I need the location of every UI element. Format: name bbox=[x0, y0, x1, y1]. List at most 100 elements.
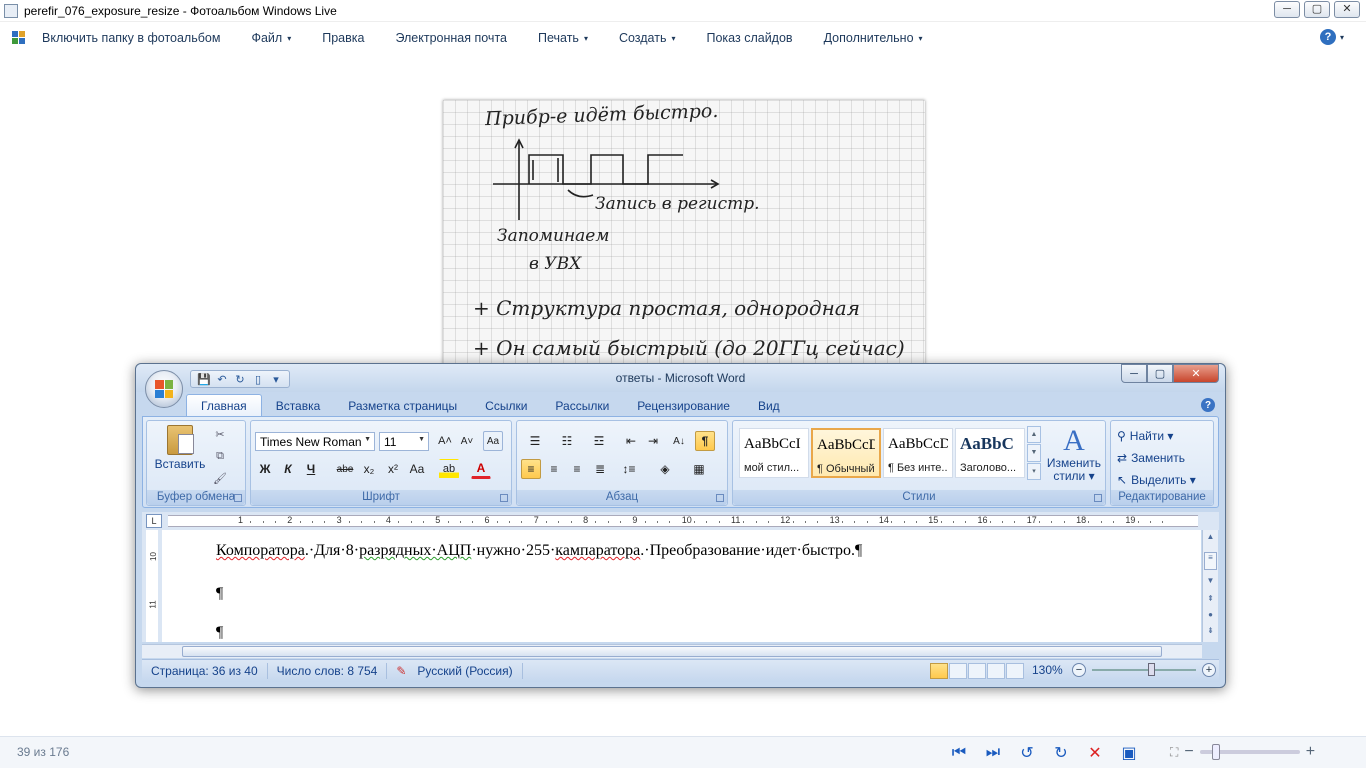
next-photo-button[interactable]: ⏭ bbox=[982, 743, 1004, 763]
select-button[interactable]: ↖ Выделить ▾ bbox=[1117, 473, 1196, 487]
horizontal-ruler[interactable]: L 1 2 3 4 5 6 7 8 9 10 11 12 13 14 15 16 17 18 19 bbox=[142, 512, 1219, 530]
scroll-down-icon[interactable]: ▼ bbox=[1204, 576, 1217, 585]
qat-more-icon[interactable]: ▾ bbox=[269, 372, 283, 386]
replace-button[interactable]: ⇄ Заменить bbox=[1117, 451, 1185, 465]
underline-button[interactable]: Ч bbox=[301, 459, 321, 479]
gallery-close-button[interactable]: ✕ bbox=[1334, 1, 1360, 18]
menu-create[interactable]: Создать ▾ bbox=[619, 31, 676, 45]
decrease-indent-icon[interactable]: ⇤ bbox=[621, 431, 641, 451]
style-tile-heading[interactable]: AaBbC Заголово... bbox=[955, 428, 1025, 478]
menu-extra[interactable]: Дополнительно ▾ bbox=[824, 31, 923, 45]
subscript-button[interactable]: x₂ bbox=[359, 459, 379, 479]
change-case-button[interactable]: Aa bbox=[407, 459, 427, 479]
align-center-icon[interactable]: ≡ bbox=[544, 459, 564, 479]
paragraph-launcher-icon[interactable] bbox=[716, 494, 724, 502]
multilevel-list-icon[interactable]: ☲ bbox=[585, 431, 613, 451]
browse-object-icon[interactable]: ● bbox=[1204, 610, 1217, 619]
find-button[interactable]: ⚲ Найти ▾ bbox=[1117, 429, 1173, 443]
save-icon[interactable]: 💾 bbox=[197, 372, 211, 386]
document-page[interactable]: Компоратора.·Для·8·разрядных·АЦП·нужно·2… bbox=[162, 530, 1201, 642]
hscroll-thumb[interactable] bbox=[182, 646, 1162, 657]
style-tile-normal[interactable]: AaBbCcDc ¶ Обычный bbox=[811, 428, 881, 478]
clear-formatting-button[interactable]: Aa bbox=[483, 431, 503, 451]
change-styles-button[interactable]: A Изменить стили ▾ bbox=[1043, 425, 1105, 483]
font-size-combo[interactable]: 11 ▼ bbox=[379, 432, 429, 451]
tab-home[interactable]: Главная bbox=[186, 394, 262, 416]
scroll-thumb[interactable]: ≡ bbox=[1204, 552, 1217, 570]
slideshow-button[interactable]: ▣ bbox=[1118, 743, 1140, 763]
cut-icon[interactable]: ✂ bbox=[213, 427, 227, 441]
web-layout-view-icon[interactable] bbox=[968, 663, 986, 679]
copy-icon[interactable]: ⧉ bbox=[213, 449, 227, 463]
document-paragraph-2[interactable]: ¶ bbox=[216, 585, 223, 603]
vertical-scrollbar[interactable]: ▲ ≡ ▼ ⇞ ● ⇟ bbox=[1202, 530, 1218, 642]
tab-view[interactable]: Вид bbox=[744, 395, 794, 416]
zoom-in-button[interactable]: + bbox=[1306, 743, 1315, 761]
horizontal-scrollbar[interactable] bbox=[142, 644, 1202, 658]
draft-view-icon[interactable] bbox=[1006, 663, 1024, 679]
tab-review[interactable]: Рецензирование bbox=[623, 395, 744, 416]
gallery-zoom-thumb[interactable] bbox=[1211, 744, 1220, 760]
bullets-icon[interactable]: ☰ bbox=[521, 431, 549, 451]
numbering-icon[interactable]: ☷ bbox=[553, 431, 581, 451]
zoom-out-button[interactable]: − bbox=[1184, 743, 1193, 761]
word-zoom-out-button[interactable]: − bbox=[1072, 663, 1086, 677]
style-tile-custom[interactable]: AaBbCcI мой стил... bbox=[739, 428, 809, 478]
document-paragraph-3[interactable]: ¶ bbox=[216, 624, 223, 642]
line-spacing-icon[interactable]: ↕≡ bbox=[615, 459, 643, 479]
chevron-up-icon[interactable]: ▲ bbox=[1027, 426, 1041, 444]
tab-insert[interactable]: Вставка bbox=[262, 395, 335, 416]
menu-print[interactable]: Печать ▾ bbox=[538, 31, 588, 45]
bold-button[interactable]: Ж bbox=[255, 459, 275, 479]
undo-icon[interactable]: ↶ bbox=[215, 372, 229, 386]
styles-gallery-scroll[interactable]: ▲ ▼ ▾ bbox=[1027, 426, 1041, 480]
rotate-right-button[interactable]: ↻ bbox=[1050, 743, 1072, 763]
gallery-help-button[interactable]: ? ▾ bbox=[1319, 29, 1344, 45]
scroll-up-icon[interactable]: ▲ bbox=[1204, 532, 1217, 541]
clipboard-launcher-icon[interactable] bbox=[234, 494, 242, 502]
font-color-button[interactable]: A bbox=[471, 459, 491, 479]
fit-to-window-icon[interactable]: ⛶ bbox=[1170, 745, 1178, 760]
increase-indent-icon[interactable]: ⇥ bbox=[643, 431, 663, 451]
style-tile-no-spacing[interactable]: AaBbCcDc ¶ Без инте... bbox=[883, 428, 953, 478]
document-paragraph-1[interactable]: Компоратора.·Для·8·разрядных·АЦП·нужно·2… bbox=[216, 542, 862, 560]
font-launcher-icon[interactable] bbox=[500, 494, 508, 502]
rotate-left-button[interactable]: ↺ bbox=[1016, 743, 1038, 763]
more-styles-icon[interactable]: ▾ bbox=[1027, 462, 1041, 480]
word-zoom-thumb[interactable] bbox=[1148, 663, 1155, 676]
sort-button[interactable]: A↓ bbox=[669, 431, 689, 451]
status-language[interactable]: Русский (Россия) bbox=[408, 663, 523, 679]
paste-button[interactable]: Вставить bbox=[153, 425, 207, 471]
chevron-down-icon[interactable]: ▼ bbox=[1027, 444, 1041, 462]
borders-icon[interactable]: ▦ bbox=[685, 459, 713, 479]
previous-page-icon[interactable]: ⇞ bbox=[1204, 594, 1217, 603]
align-left-icon[interactable]: ≡ bbox=[521, 459, 541, 479]
strikethrough-button[interactable]: abe bbox=[335, 459, 355, 479]
tab-references[interactable]: Ссылки bbox=[471, 395, 541, 416]
italic-button[interactable]: К bbox=[278, 459, 298, 479]
menu-edit[interactable]: Правка bbox=[322, 31, 364, 45]
status-page[interactable]: Страница: 36 из 40 bbox=[142, 663, 268, 679]
word-maximize-button[interactable]: ▢ bbox=[1147, 364, 1173, 383]
format-painter-icon[interactable]: 🖌 bbox=[213, 471, 227, 485]
gallery-maximize-button[interactable]: ▢ bbox=[1304, 1, 1330, 18]
tab-page-layout[interactable]: Разметка страницы bbox=[334, 395, 471, 416]
show-formatting-button[interactable]: ¶ bbox=[695, 431, 715, 451]
word-minimize-button[interactable]: ─ bbox=[1121, 364, 1147, 383]
menu-include-folder[interactable]: Включить папку в фотоальбом bbox=[12, 31, 220, 45]
previous-photo-button[interactable]: ⏮ bbox=[948, 743, 970, 763]
highlight-button[interactable]: ab bbox=[439, 459, 459, 479]
grow-font-button[interactable]: A˄ bbox=[435, 431, 455, 451]
shading-icon[interactable]: ◈ bbox=[651, 459, 679, 479]
office-button[interactable] bbox=[145, 370, 183, 408]
print-preview-icon[interactable]: ▯ bbox=[251, 372, 265, 386]
word-zoom-slider[interactable] bbox=[1092, 663, 1196, 676]
proofing-icon[interactable]: ✎ bbox=[387, 663, 408, 679]
justify-icon[interactable]: ≣ bbox=[590, 459, 610, 479]
ribbon-help-icon[interactable]: ? bbox=[1201, 398, 1215, 412]
align-right-icon[interactable]: ≡ bbox=[567, 459, 587, 479]
redo-icon[interactable]: ↻ bbox=[233, 372, 247, 386]
zoom-level[interactable]: 130% bbox=[1032, 663, 1063, 677]
full-screen-view-icon[interactable] bbox=[949, 663, 967, 679]
word-close-button[interactable]: ✕ bbox=[1173, 364, 1219, 383]
